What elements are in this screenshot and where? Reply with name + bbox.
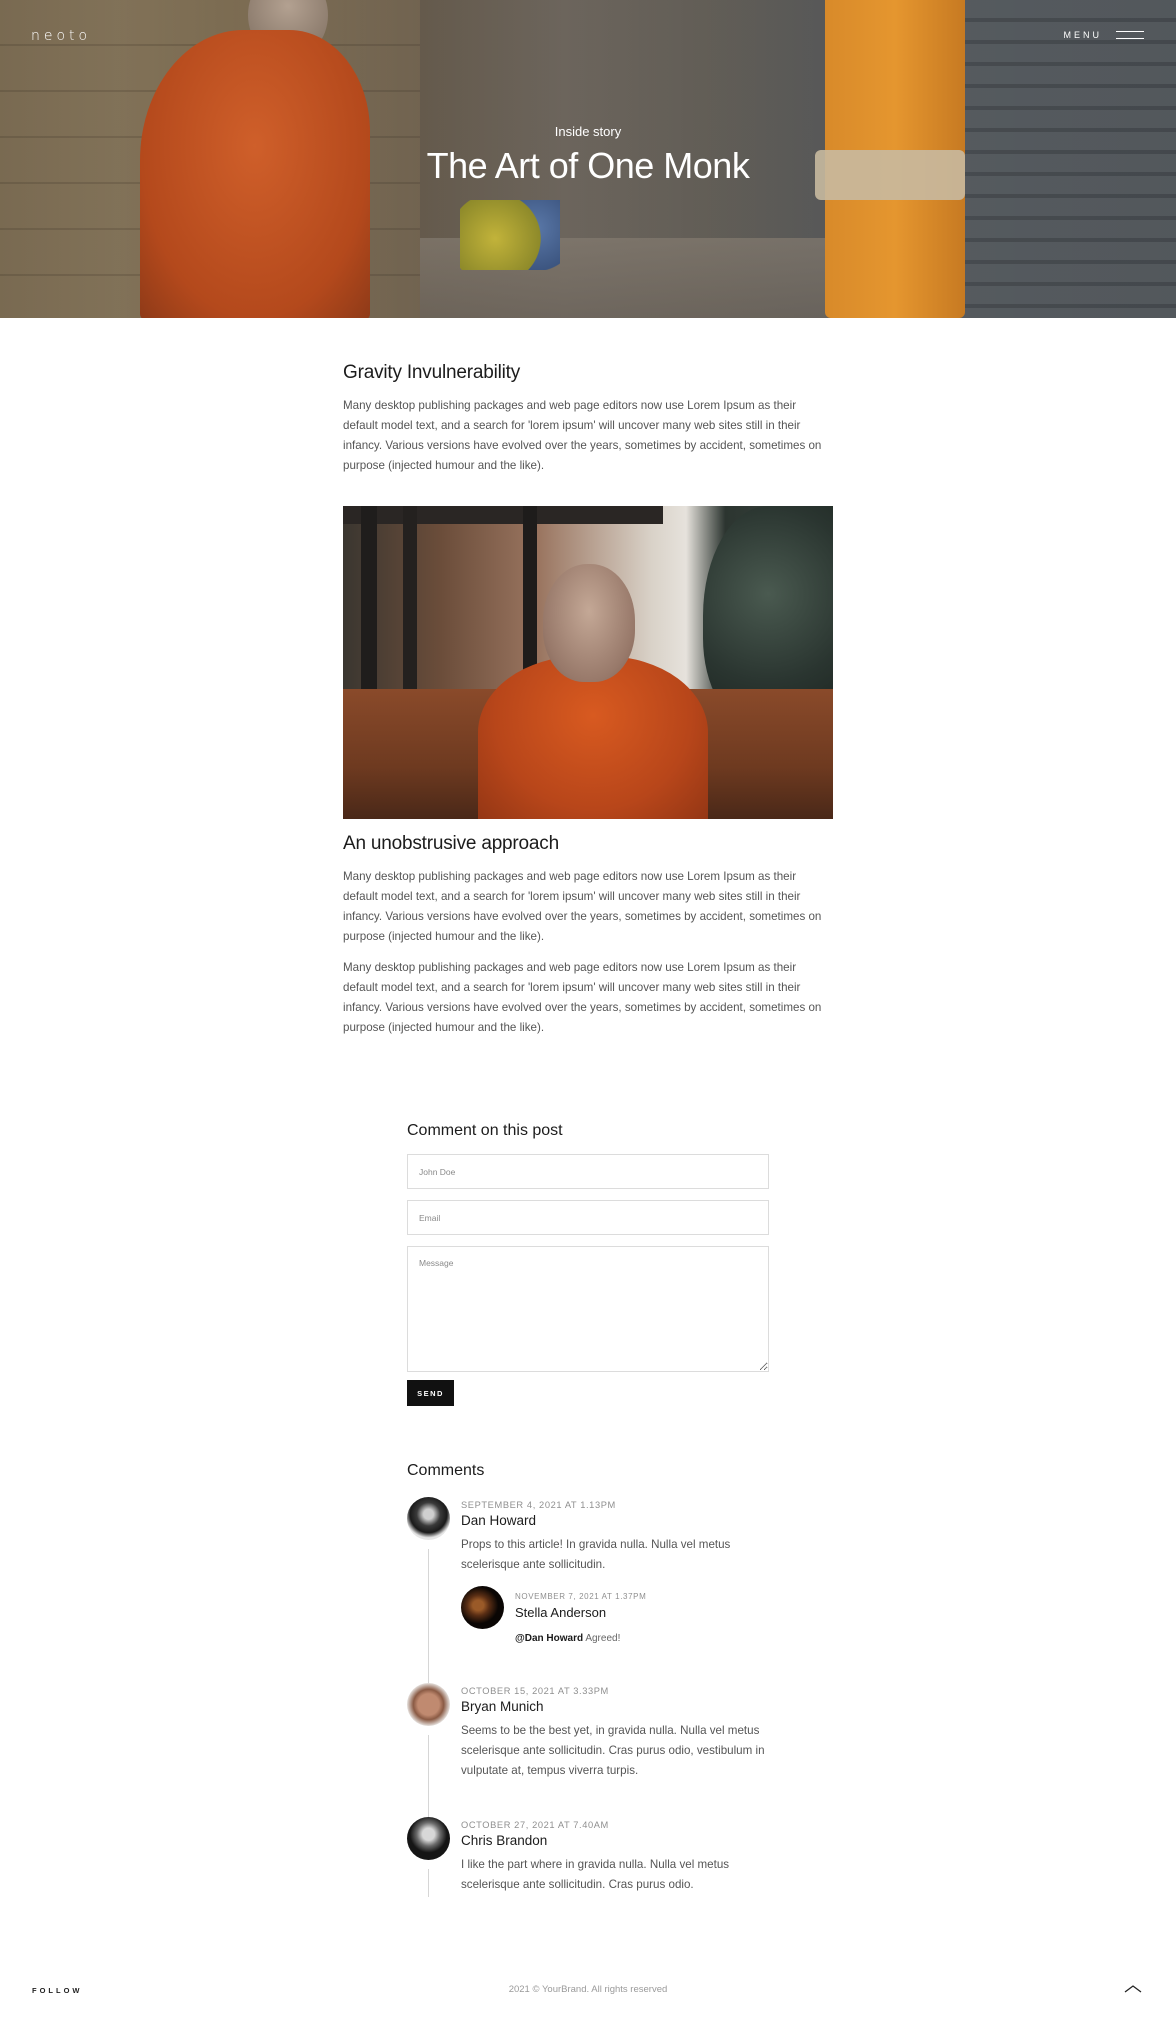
section-paragraph: Many desktop publishing packages and web… <box>343 870 822 943</box>
page-title: The Art of One Monk <box>426 145 750 186</box>
avatar[interactable] <box>461 1586 504 1629</box>
comment-reply: NOVEMBER 7, 2021 AT 1.37PM Stella Anders… <box>461 1586 769 1649</box>
avatar[interactable] <box>407 1817 450 1860</box>
image-pillar <box>403 506 417 696</box>
article-body: Gravity Invulnerability Many desktop pub… <box>343 318 833 1038</box>
footer: FOLLOW 2021 © YourBrand. All rights rese… <box>0 1960 1176 2040</box>
avatar[interactable] <box>407 1683 450 1726</box>
section-paragraph: Many desktop publishing packages and web… <box>343 399 822 472</box>
comment-item: OCTOBER 27, 2021 AT 7.40AM Chris Brandon… <box>407 1817 769 1897</box>
thread-line <box>428 1549 429 1689</box>
comment-date: SEPTEMBER 4, 2021 AT 1.13PM <box>461 1500 616 1510</box>
menu-button[interactable]: MENU <box>1063 30 1144 40</box>
section-heading: Gravity Invulnerability <box>343 362 521 383</box>
section-paragraph: Many desktop publishing packages and web… <box>343 961 822 1034</box>
image-beam <box>343 506 663 524</box>
hero-text: Inside story The Art of One Monk <box>0 124 1176 187</box>
hero-figure-bundle <box>460 200 560 270</box>
comment-item: OCTOBER 15, 2021 AT 3.33PM Bryan Munich … <box>407 1683 769 1817</box>
comment-form: SEND <box>407 1154 769 1406</box>
send-button[interactable]: SEND <box>407 1380 454 1406</box>
hero-banner: neoto MENU Inside story The Art of One M… <box>0 0 1176 318</box>
menu-label: MENU <box>1063 30 1102 40</box>
reply-body: @Dan Howard Agreed! <box>515 1629 769 1649</box>
site-logo[interactable]: neoto <box>31 28 91 44</box>
comment-date: OCTOBER 15, 2021 AT 3.33PM <box>461 1686 609 1696</box>
email-field[interactable] <box>407 1200 769 1235</box>
message-field[interactable] <box>407 1246 769 1372</box>
reply-author[interactable]: Stella Anderson <box>515 1605 769 1620</box>
comment-form-title: Comment on this post <box>407 1122 563 1139</box>
image-pillar <box>361 506 377 696</box>
article-image <box>343 506 833 819</box>
hero-eyebrow: Inside story <box>554 124 622 139</box>
copyright-text: 2021 © YourBrand. All rights reserved <box>508 1984 668 1995</box>
reply-text: Agreed! <box>585 1633 621 1644</box>
comment-item: SEPTEMBER 4, 2021 AT 1.13PM Dan Howard P… <box>407 1497 769 1689</box>
comment-author[interactable]: Dan Howard <box>461 1513 769 1528</box>
section-heading: An unobstrusive approach <box>343 833 559 854</box>
thread-line <box>428 1869 429 1897</box>
comment-section: Comment on this post SEND Comments SEPTE… <box>407 1122 769 1897</box>
comment-date: OCTOBER 27, 2021 AT 7.40AM <box>461 1820 609 1830</box>
name-field[interactable] <box>407 1154 769 1189</box>
reply-mention[interactable]: @Dan Howard <box>515 1633 583 1644</box>
comment-author[interactable]: Bryan Munich <box>461 1699 769 1714</box>
comment-body: Seems to be the best yet, in gravida nul… <box>461 1724 765 1777</box>
comments-title: Comments <box>407 1462 485 1479</box>
comment-author[interactable]: Chris Brandon <box>461 1833 769 1848</box>
reply-date: NOVEMBER 7, 2021 AT 1.37PM <box>515 1592 647 1601</box>
avatar[interactable] <box>407 1497 450 1540</box>
thread-line <box>428 1735 429 1817</box>
comment-body: I like the part where in gravida nulla. … <box>461 1858 730 1891</box>
top-nav: neoto MENU <box>0 0 1176 72</box>
hamburger-icon[interactable] <box>1116 31 1144 39</box>
chevron-up-icon[interactable] <box>1124 1984 1142 1994</box>
image-monk-head <box>543 564 635 682</box>
comment-body: Props to this article! In gravida nulla.… <box>461 1538 731 1571</box>
